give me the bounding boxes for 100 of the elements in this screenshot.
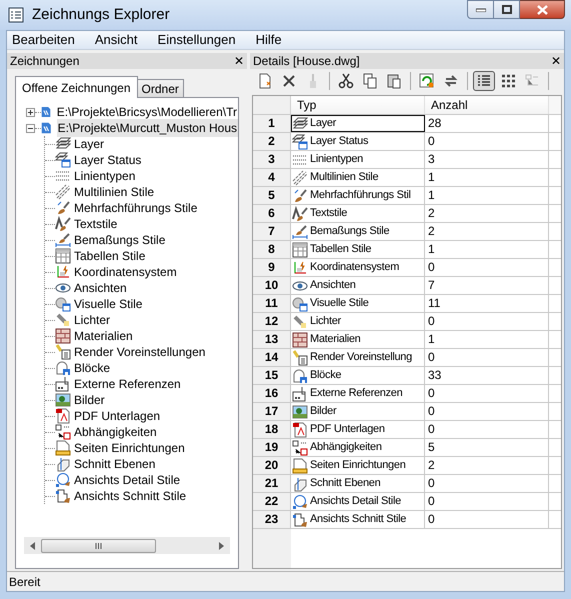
row-number[interactable]: 3 [253,151,291,168]
row-number[interactable]: 2 [253,133,291,150]
row-number[interactable]: 21 [253,475,291,492]
row-number[interactable]: 20 [253,457,291,474]
layers-icon [292,116,308,132]
brush-icon [55,200,71,216]
tree-item[interactable]: E:\Projekte\Bricsys\Modellieren\Tr [56,103,238,121]
expand-button[interactable] [26,108,35,116]
list-icon [55,344,71,360]
tree-item[interactable]: Koordinatensystem [74,263,177,281]
cell-text: Ansichten [310,278,356,294]
row-number[interactable]: 9 [253,259,291,276]
brush-icon [55,216,71,232]
tree-item[interactable]: Bemaßungs Stile [74,231,166,249]
tree-item[interactable]: Abhängigkeiten [74,423,157,441]
cell-text: Blöcke [310,368,342,384]
tree-item[interactable]: Layer [74,135,104,153]
tree-item[interactable]: Textstile [74,215,118,233]
row-number[interactable]: 7 [253,223,291,240]
cell-text: Visuelle Stile [310,296,369,312]
row-number[interactable]: 10 [253,277,291,294]
tree-item[interactable]: Ansichts Schnitt Stile [74,487,186,505]
cell-text: Seiten Einrichtungen [310,458,406,474]
cell-text: Lichter [310,314,341,330]
cell-text: Multilinien Stile [310,170,378,186]
table-cell[interactable]: Layer [291,115,425,132]
plane-icon [55,456,71,472]
window-title: Zeichnungs Explorer [32,4,170,25]
row-number[interactable]: 18 [253,421,291,438]
ruler-icon [55,440,71,456]
column-header[interactable]: Typ [291,96,425,114]
tree-item[interactable]: Multilinien Stile [74,183,154,201]
axes-icon [55,264,71,280]
plus-icon [27,108,34,116]
row-number[interactable]: 6 [253,205,291,222]
drawing-file-icon [41,120,52,136]
tree-item[interactable]: Tabellen Stile [74,247,146,265]
row-number[interactable]: 17 [253,403,291,420]
row-number[interactable]: 23 [253,511,291,528]
menu-item[interactable]: Bearbeiten [12,30,75,50]
tree-item[interactable]: Linientypen [74,167,136,185]
tree-item[interactable]: Externe Referenzen [74,375,181,393]
row-number[interactable]: 16 [253,385,291,402]
tree-item[interactable]: Ansichten [74,279,127,297]
scroll-thumb[interactable] [41,538,156,552]
tree-item[interactable]: E:\Projekte\Murcutt_Muston Hous [56,119,238,137]
lamp-icon [292,314,308,330]
maximize-button[interactable] [494,0,520,19]
toolbar-button[interactable] [473,71,495,91]
tree-item[interactable]: Schnitt Ebenen [74,455,156,473]
tree-item[interactable]: Mehrfachführungs Stile [74,199,198,217]
swap-arrows-icon [443,73,459,89]
table-icon [55,248,71,264]
close-button[interactable]: ✕ [551,55,561,67]
tree-item[interactable]: Bilder [74,391,105,409]
row-number[interactable]: 11 [253,295,291,312]
row-number[interactable]: 1 [253,115,291,132]
column-header[interactable]: Anzahl [425,96,549,114]
row-number[interactable]: 22 [253,493,291,510]
row-number[interactable]: 13 [253,331,291,348]
row-number[interactable]: 12 [253,313,291,330]
row-number[interactable]: 19 [253,439,291,456]
row-number[interactable]: 14 [253,349,291,366]
close-button[interactable] [520,0,565,19]
tree-item[interactable]: Materialien [74,327,133,345]
minimize-button[interactable] [467,0,494,19]
drawing-file-icon [40,104,51,120]
menu-item[interactable]: Hilfe [256,30,282,50]
cell-text: Externe Referenzen [310,386,402,402]
row-number[interactable]: 8 [253,241,291,258]
circle-icon [55,472,71,488]
bracket-icon [55,488,71,504]
tab[interactable]: Offene Zeichnungen [15,76,138,98]
tab[interactable]: Ordner [138,79,184,97]
row-number[interactable]: 5 [253,187,291,204]
cell-text: Materialien [310,332,361,348]
layers-list-icon [55,152,71,168]
row-number[interactable]: 4 [253,169,291,186]
row-number[interactable]: 15 [253,367,291,384]
tree-item[interactable]: Blöcke [74,359,110,377]
horizontal-scrollbar[interactable] [24,537,230,554]
image-icon [292,404,308,420]
tree-item[interactable]: Lichter [74,311,110,329]
cell-text: Schnitt Ebenen [310,476,380,492]
grid-view-icon [500,73,516,89]
collapse-button[interactable] [26,124,35,132]
brick-wall-icon [292,332,308,348]
tree-item[interactable]: PDF Unterlagen [74,407,160,425]
menu-item[interactable]: Einstellungen [158,30,236,50]
menu-item[interactable]: Ansicht [94,30,138,50]
close-button[interactable]: ✕ [234,55,244,67]
tree-item[interactable]: Layer Status [74,151,142,169]
tree-item[interactable]: Visuelle Stile [74,295,142,313]
tree-item[interactable]: Seiten Einrichtungen [74,439,185,457]
lamp-icon [55,312,71,328]
tree-item[interactable]: Ansichts Detail Stile [74,471,180,489]
close-icon [281,73,297,89]
frame-icon [55,376,71,392]
tree-item[interactable]: Render Voreinstellungen [74,343,206,361]
cell-text: Linientypen [310,152,363,168]
